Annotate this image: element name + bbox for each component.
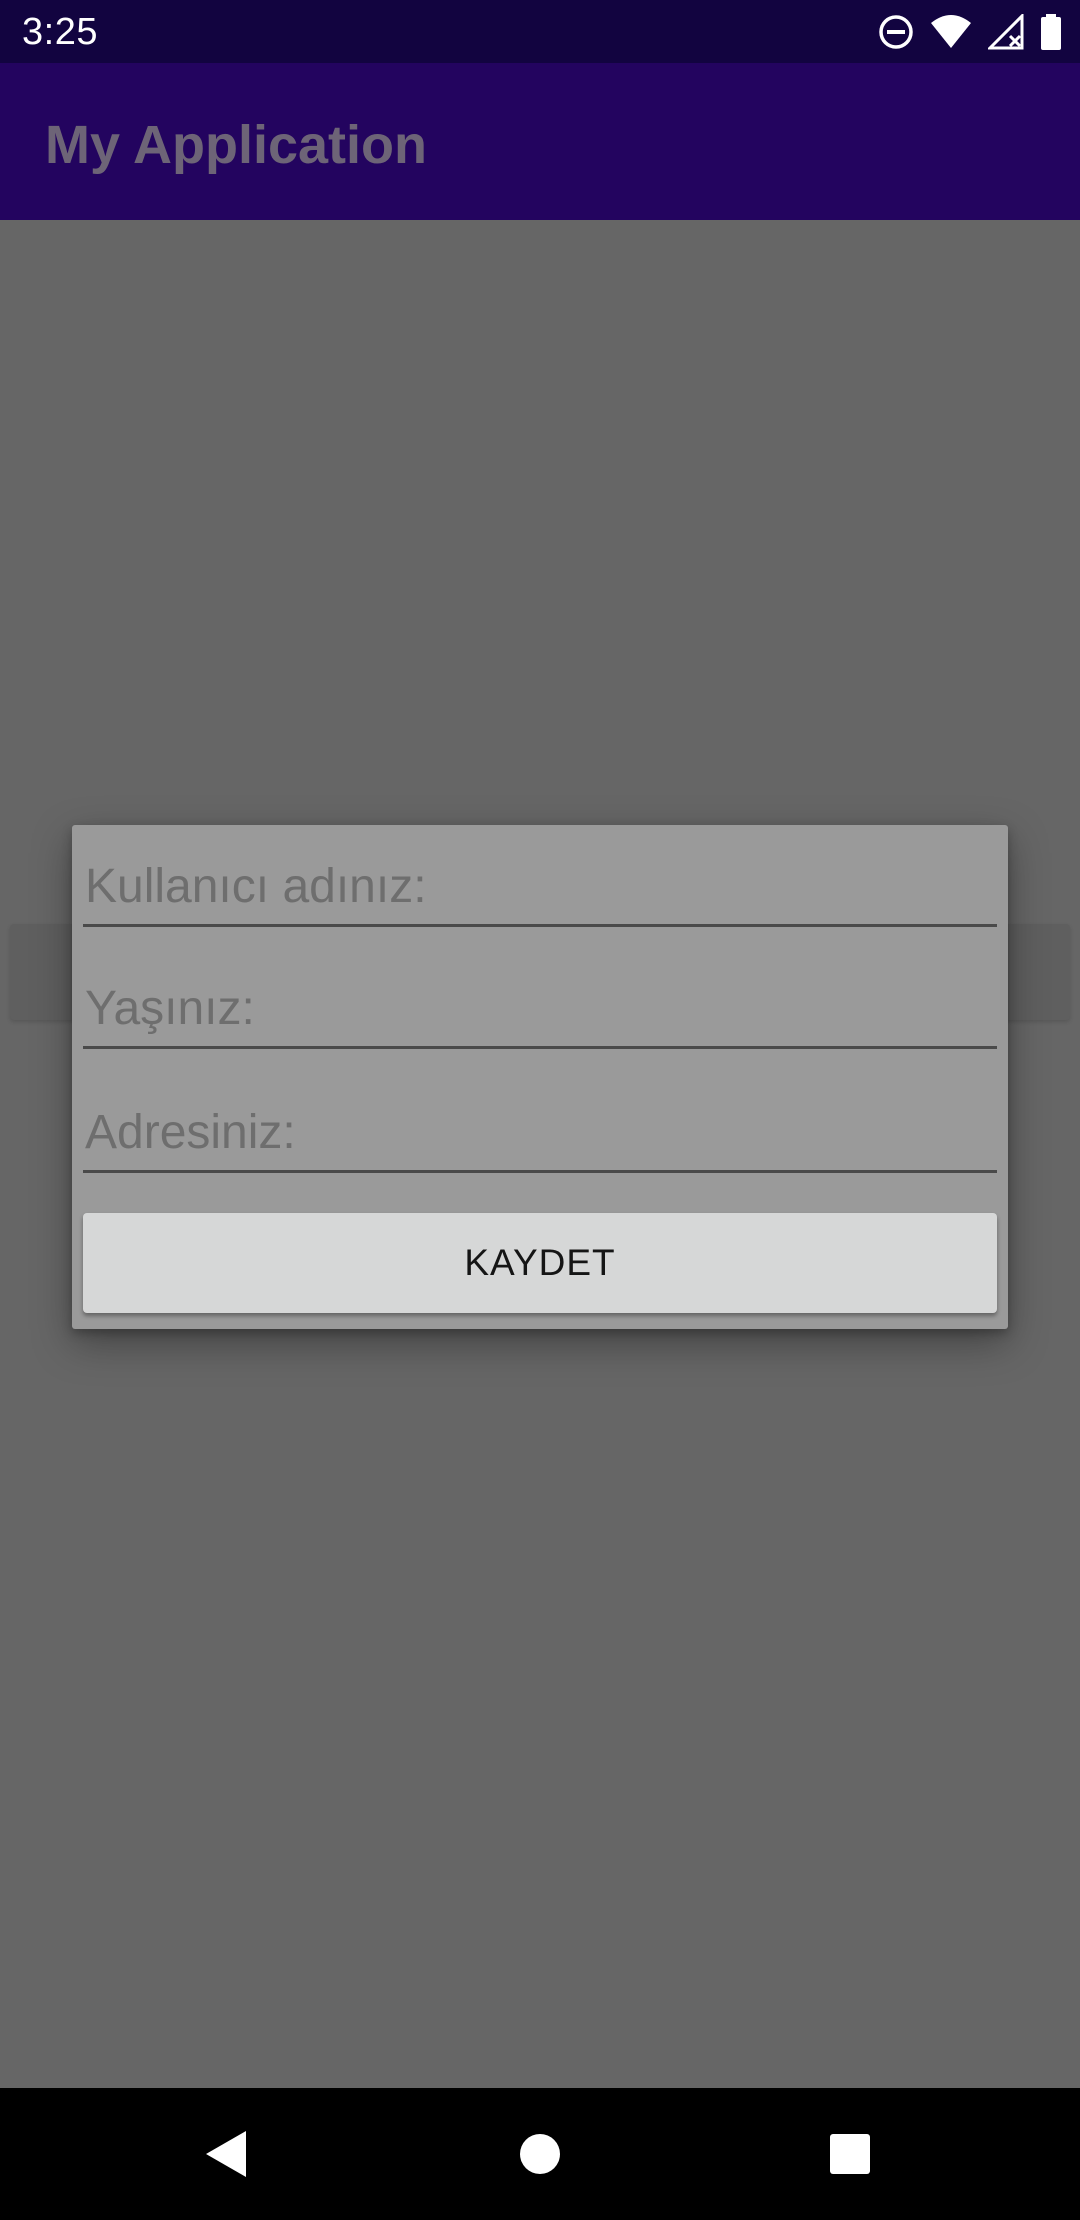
- address-underline: [83, 1170, 997, 1173]
- username-placeholder: Kullanıcı adınız:: [85, 860, 427, 913]
- signal-no-service-icon: [988, 14, 1024, 50]
- app-title: My Application: [45, 115, 428, 175]
- username-underline: [83, 924, 997, 927]
- do-not-disturb-icon: [878, 14, 914, 50]
- address-placeholder: Adresiniz:: [85, 1106, 296, 1159]
- home-icon[interactable]: [510, 2124, 570, 2184]
- save-button[interactable]: KAYDET: [83, 1213, 997, 1313]
- navigation-bar: [0, 2088, 1080, 2220]
- status-bar: 3:25: [0, 0, 1080, 63]
- age-underline: [83, 1046, 997, 1049]
- age-placeholder: Yaşınız:: [85, 982, 255, 1035]
- back-icon[interactable]: [196, 2124, 256, 2184]
- form-dialog: Kullanıcı adınız: Yaşınız: Adresiniz: KA…: [72, 825, 1008, 1329]
- recents-icon[interactable]: [820, 2124, 880, 2184]
- app-bar: My Application: [0, 63, 1080, 220]
- battery-icon: [1040, 14, 1062, 50]
- address-field[interactable]: Adresiniz:: [83, 1073, 997, 1173]
- status-icons: [878, 12, 1062, 52]
- status-time: 3:25: [22, 11, 98, 53]
- age-field[interactable]: Yaşınız:: [83, 949, 997, 1049]
- username-field[interactable]: Kullanıcı adınız:: [83, 825, 997, 927]
- wifi-icon: [930, 15, 972, 49]
